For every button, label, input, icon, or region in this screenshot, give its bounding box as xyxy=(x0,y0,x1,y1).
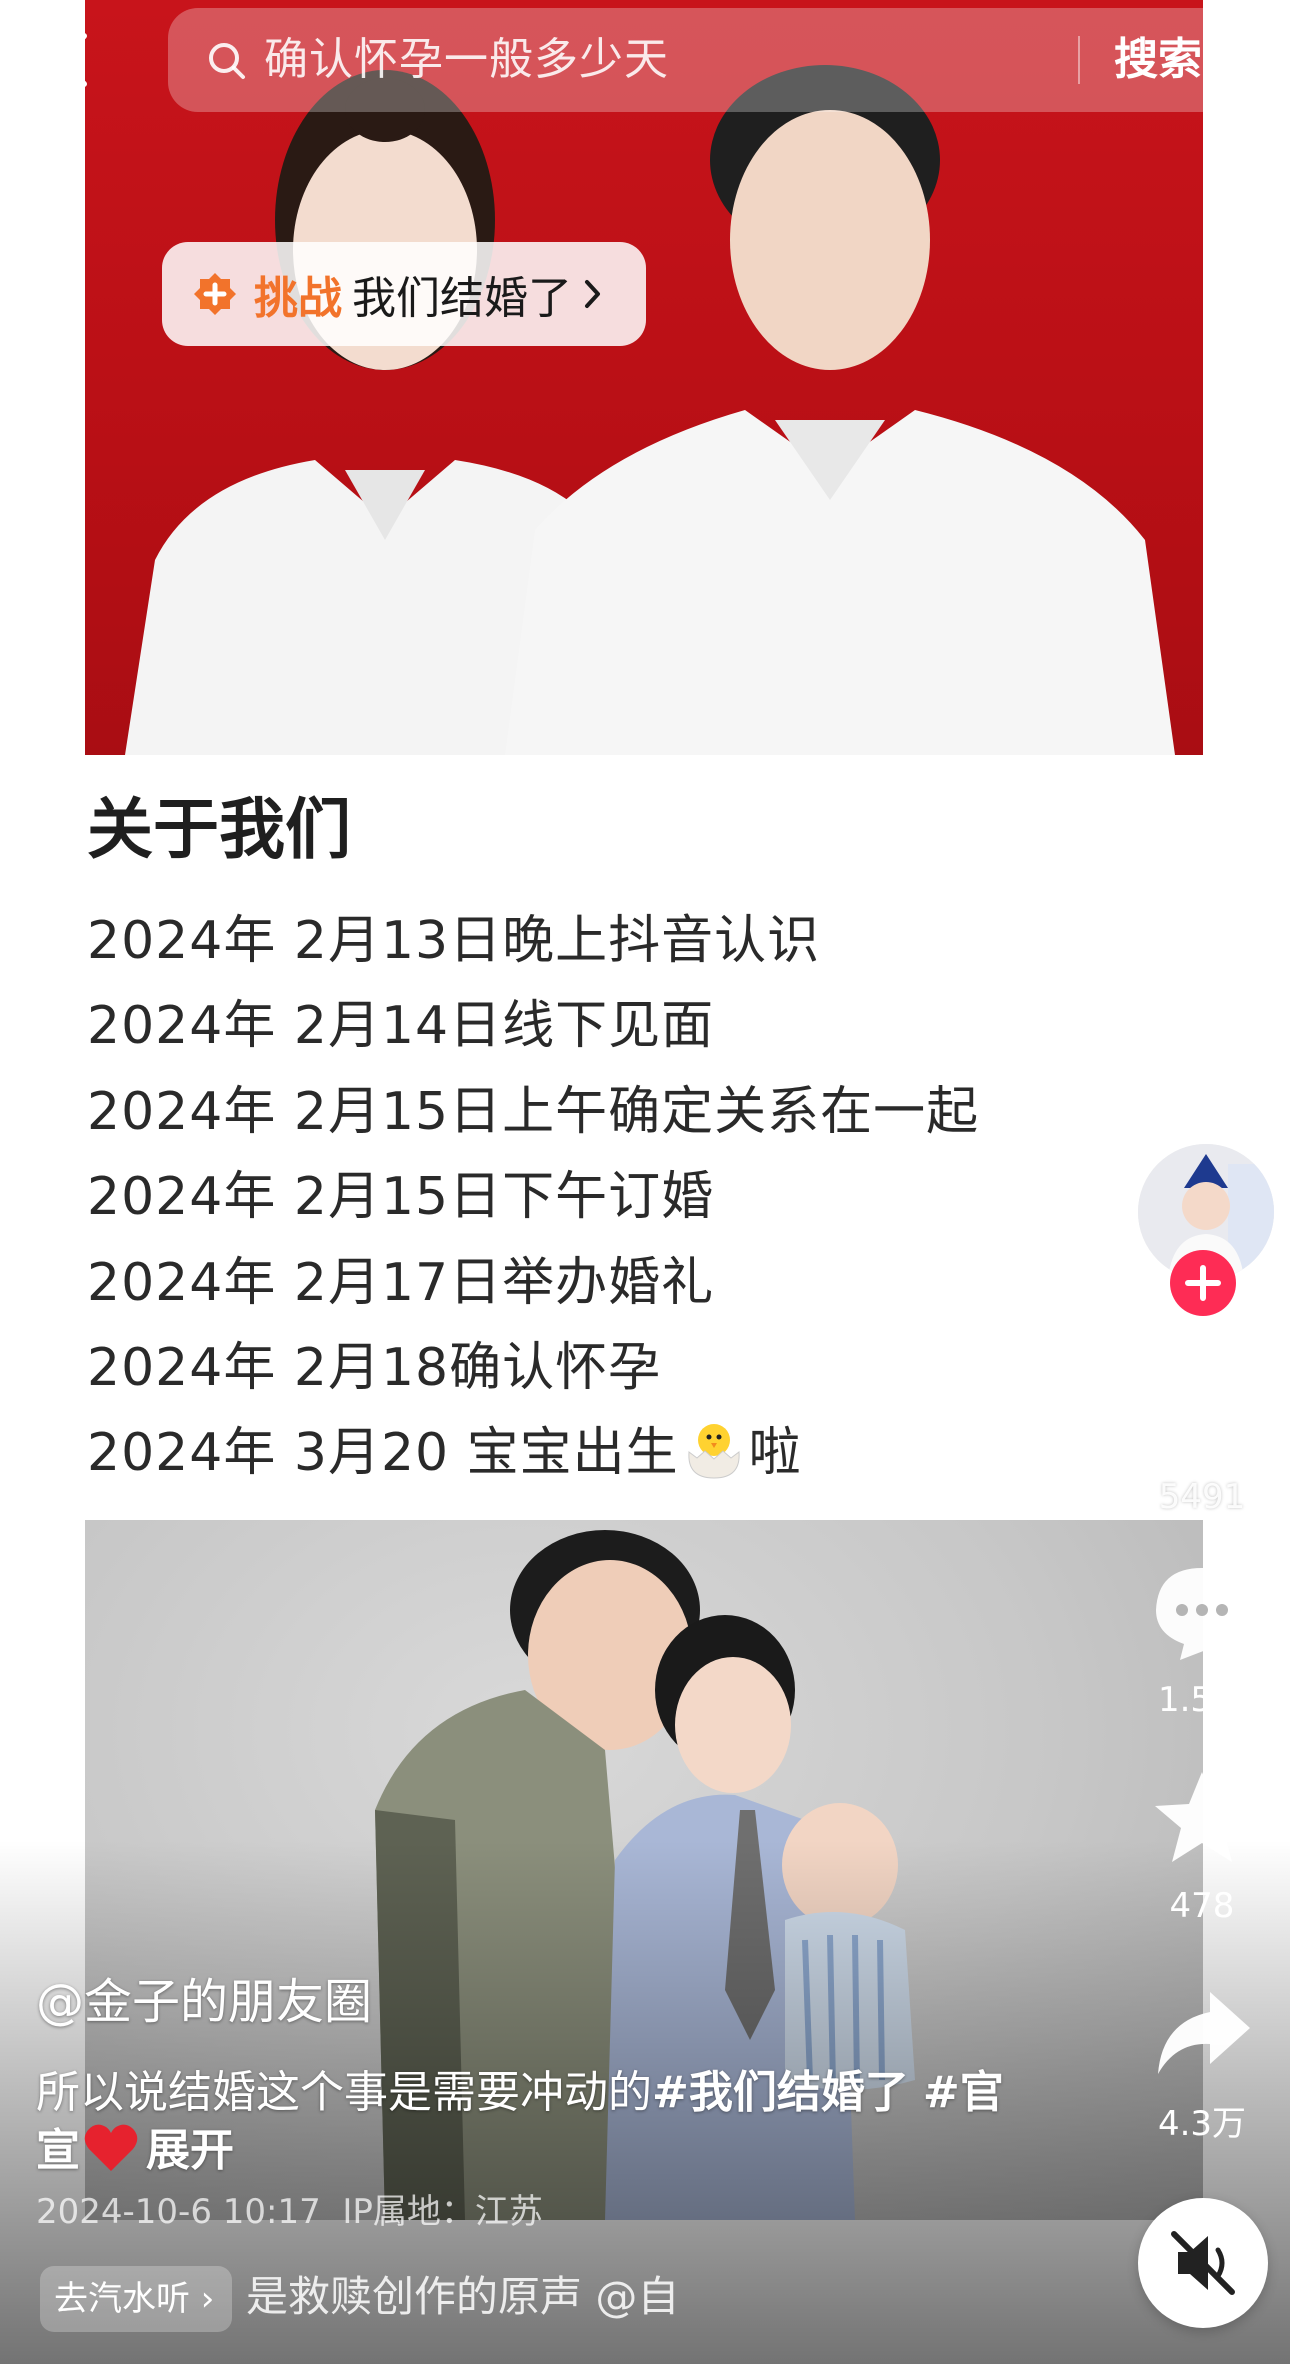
caption-line: 所以说结婚这个事是需要冲动的#我们结婚了 #官 xyxy=(36,2064,1004,2122)
timeline-text-end: 啦 xyxy=(748,1423,802,1483)
favorite-count: 478 xyxy=(1169,1886,1235,1926)
back-button[interactable] xyxy=(48,30,98,90)
challenge-tag[interactable]: 挑战 我们结婚了 xyxy=(162,242,646,346)
challenge-topic: 我们结婚了 xyxy=(352,273,572,324)
ip-location: IP属地：江苏 xyxy=(342,2192,543,2232)
challenge-prefix: 挑战 xyxy=(254,273,342,324)
music-pill-label: 去汽水听 › xyxy=(54,2279,215,2319)
hashtag-link[interactable]: 宣 xyxy=(36,2125,80,2176)
timeline-line: 2024年 2月15日下午订婚 xyxy=(87,1167,715,1227)
caption-line: 宣 展开 xyxy=(36,2122,234,2180)
speaker-muted-icon xyxy=(1171,2231,1235,2295)
heart-icon xyxy=(1155,1365,1249,1447)
timeline-line: 2024年 2月17日举办婚礼 xyxy=(87,1253,715,1313)
star-icon xyxy=(1155,1772,1249,1862)
post-date: 2024-10-6 10:17 xyxy=(36,2192,321,2232)
author-name[interactable]: @金子的朋友圈 xyxy=(36,1970,372,2034)
wedding-photo xyxy=(85,0,1203,755)
open-in-music-app-button[interactable]: 去汽水听 › xyxy=(40,2266,232,2332)
caption-text: 所以说结婚这个事是需要冲动的 xyxy=(36,2067,652,2118)
timeline-line: 2024年 2月18确认怀孕 xyxy=(87,1338,662,1398)
music-track[interactable]: 是救赎创作的原声 @自 xyxy=(246,2270,679,2324)
like-count: 5491 xyxy=(1158,1477,1246,1517)
post-meta: 2024-10-6 10:17 IP属地：江苏 xyxy=(36,2190,543,2234)
search-input[interactable]: 确认怀孕一般多少天 xyxy=(264,30,669,90)
like-button[interactable] xyxy=(1150,1355,1254,1459)
comment-count: 1.5万 xyxy=(1157,1680,1247,1720)
favorite-button[interactable] xyxy=(1150,1766,1254,1870)
hashtag-link[interactable]: #我们结婚了 xyxy=(652,2067,909,2118)
timeline-line-birth: 2024年 3月20 宝宝出生 啦 xyxy=(87,1418,802,1488)
chevron-left-icon xyxy=(57,33,87,87)
follow-button[interactable] xyxy=(1170,1250,1236,1316)
comment-button[interactable] xyxy=(1150,1560,1254,1664)
mute-button[interactable] xyxy=(1138,2198,1268,2328)
plus-icon xyxy=(1185,1265,1221,1301)
search-button[interactable]: 搜索 xyxy=(1114,30,1202,90)
share-count: 4.3万 xyxy=(1157,2104,1247,2144)
search-icon xyxy=(208,42,246,80)
timeline-text: 2024年 3月20 宝宝出生 xyxy=(87,1423,679,1483)
timeline-line: 2024年 2月13日晚上抖音认识 xyxy=(87,911,821,971)
hashtag-link[interactable]: #官 xyxy=(923,2067,1004,2118)
search-divider xyxy=(1078,36,1080,84)
timeline-line: 2024年 2月15日上午确定关系在一起 xyxy=(87,1082,980,1142)
chevron-right-icon xyxy=(585,280,600,308)
share-button[interactable] xyxy=(1150,1982,1254,2086)
post-heading: 关于我们 xyxy=(87,791,351,868)
challenge-icon xyxy=(194,273,236,315)
comment-icon xyxy=(1156,1568,1248,1660)
timeline-line: 2024年 2月14日线下见面 xyxy=(87,996,715,1056)
red-heart-icon xyxy=(84,2124,138,2171)
share-icon xyxy=(1158,1992,1250,2074)
hatching-chick-icon xyxy=(688,1424,740,1479)
expand-button[interactable]: 展开 xyxy=(146,2125,234,2176)
